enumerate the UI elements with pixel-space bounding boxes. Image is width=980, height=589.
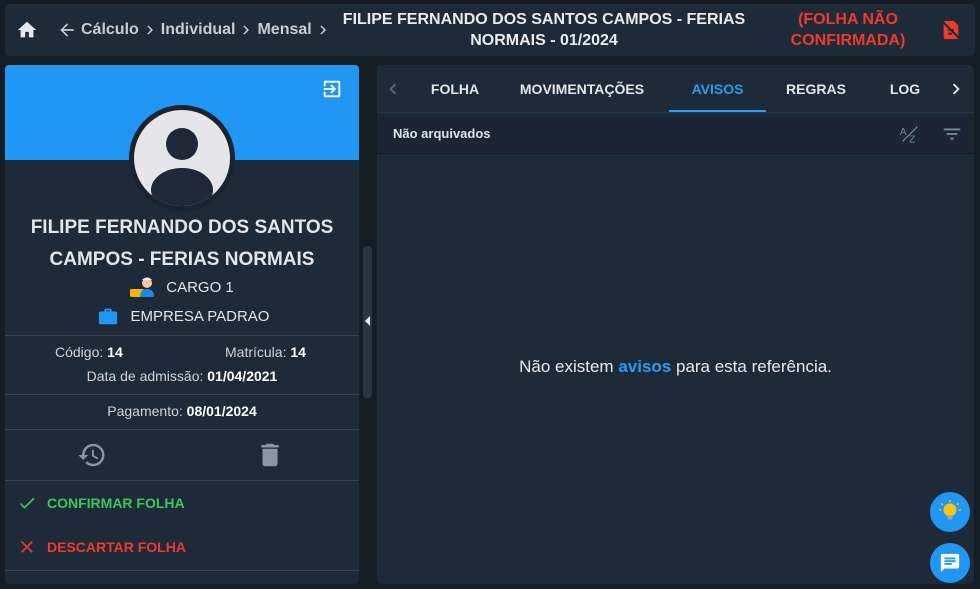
- role-label: CARGO 1: [166, 278, 234, 296]
- restore-history-icon[interactable]: [77, 440, 107, 470]
- breadcrumb-item-calculo[interactable]: Cálculo: [81, 21, 139, 39]
- page-title: FILIPE FERNANDO DOS SANTOS CAMPOS - FERI…: [342, 11, 746, 49]
- chat-icon: [940, 553, 960, 573]
- breadcrumb: Cálculo Individual Mensal: [57, 4, 334, 56]
- top-bar: Cálculo Individual Mensal FILIPE FERNAND…: [5, 4, 975, 56]
- check-icon: [19, 497, 35, 509]
- tab-folha[interactable]: FOLHA: [415, 65, 495, 113]
- briefcase-icon: [98, 308, 117, 325]
- back-arrow-icon[interactable]: [57, 20, 77, 40]
- content-panel: FOLHA MOVIMENTAÇÕES AVISOS REGRAS LOG Nã…: [377, 65, 974, 584]
- matricula-value: 14: [290, 344, 306, 360]
- tab-movimentacoes[interactable]: MOVIMENTAÇÕES: [514, 65, 650, 113]
- employee-panel: FILIPE FERNANDO DOS SANTOS CAMPOS - FERI…: [5, 65, 359, 584]
- lightbulb-icon: [939, 500, 961, 520]
- chevron-right-icon[interactable]: [945, 78, 967, 100]
- tab-avisos[interactable]: AVISOS: [669, 65, 766, 113]
- divider: [5, 429, 359, 430]
- empty-state-highlight: avisos: [618, 357, 672, 376]
- filter-list-icon[interactable]: [941, 123, 963, 145]
- chat-button[interactable]: [930, 543, 970, 583]
- sort-alpha-icon[interactable]: A Z: [899, 123, 921, 145]
- close-icon: [21, 541, 33, 553]
- company-row: EMPRESA PADRAO: [5, 305, 359, 327]
- active-tab-indicator: [669, 110, 766, 112]
- company-label: EMPRESA PADRAO: [130, 307, 270, 325]
- breadcrumb-item-mensal[interactable]: Mensal: [257, 21, 311, 39]
- filter-bar: Não arquivados A Z: [377, 114, 974, 154]
- codigo-field: Código: 14: [55, 344, 123, 360]
- trash-icon[interactable]: [255, 440, 285, 470]
- svg-text:A: A: [900, 127, 907, 138]
- confirm-sheet-label: CONFIRMAR FOLHA: [47, 495, 185, 511]
- chevron-right-icon: [147, 25, 153, 35]
- breadcrumb-item-individual[interactable]: Individual: [161, 21, 236, 39]
- matricula-field: Matrícula: 14: [225, 344, 306, 360]
- worker-icon: [130, 277, 155, 297]
- svg-text:Z: Z: [909, 134, 915, 145]
- codigo-value: 14: [107, 344, 123, 360]
- divider: [5, 335, 359, 336]
- admissao-field: Data de admissão: 01/04/2021: [86, 368, 278, 384]
- discard-sheet-button[interactable]: DESCARTAR FOLHA: [17, 535, 186, 559]
- pagamento-value: 08/01/2024: [186, 403, 257, 419]
- tab-log[interactable]: LOG: [877, 65, 933, 113]
- divider: [5, 394, 359, 395]
- employee-name: FILIPE FERNANDO DOS SANTOS CAMPOS - FERI…: [30, 217, 334, 270]
- home-icon[interactable]: [16, 19, 38, 41]
- pagamento-field: Pagamento: 08/01/2024: [107, 403, 257, 419]
- empty-state-message: Não existem avisos para esta referência.: [519, 357, 832, 376]
- unconfirmed-sheet-icon: [942, 20, 960, 40]
- admissao-value: 01/04/2021: [207, 368, 278, 384]
- tab-bar: FOLHA MOVIMENTAÇÕES AVISOS REGRAS LOG: [377, 65, 974, 113]
- filter-label[interactable]: Não arquivados: [393, 126, 491, 141]
- chevron-right-icon: [320, 25, 326, 35]
- chevron-right-icon: [243, 25, 250, 35]
- chevron-left-icon[interactable]: [382, 78, 404, 100]
- discard-sheet-label: DESCARTAR FOLHA: [47, 539, 186, 555]
- divider: [5, 480, 359, 481]
- status-badge: (FOLHA NÃO CONFIRMADA): [790, 11, 906, 49]
- avatar: [129, 105, 235, 211]
- user-silhouette-icon: [151, 128, 213, 206]
- confirm-sheet-button[interactable]: CONFIRMAR FOLHA: [17, 491, 185, 515]
- collapse-left-icon[interactable]: [364, 316, 372, 326]
- exit-icon[interactable]: [321, 78, 343, 100]
- tips-button[interactable]: [930, 492, 970, 532]
- tab-regras[interactable]: REGRAS: [775, 65, 857, 113]
- divider: [5, 570, 359, 571]
- role-row: CARGO 1: [5, 276, 359, 298]
